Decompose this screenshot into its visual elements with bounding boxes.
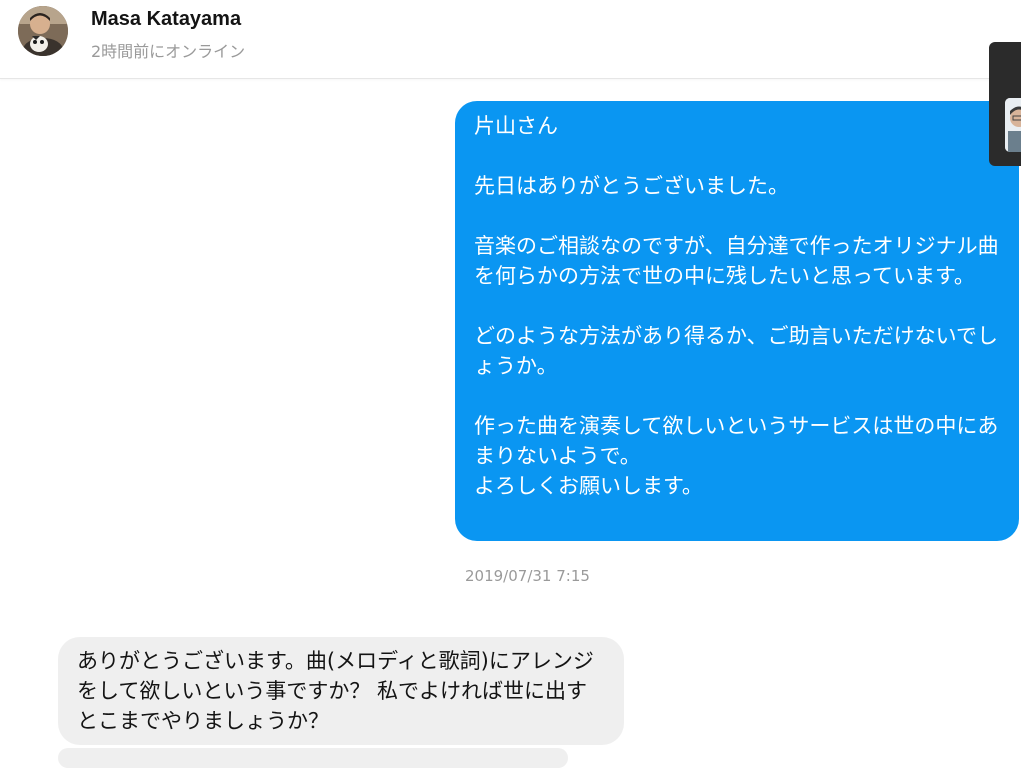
chat-user-name[interactable]: Masa Katayama bbox=[91, 8, 241, 31]
message-timestamp: 2019/07/31 7:15 bbox=[465, 567, 590, 585]
received-message-bubble: ありがとうございます。曲(メロディと歌詞)にアレンジをして欲しいという事ですか？… bbox=[58, 637, 624, 745]
chat-header: Masa Katayama 2時間前にオンライン bbox=[0, 0, 1021, 79]
online-status: 2時間前にオンライン bbox=[91, 42, 246, 61]
avatar[interactable] bbox=[18, 6, 68, 56]
sent-message-bubble: 片山さん 先日はありがとうございました。 音楽のご相談なのですが、自分達で作った… bbox=[455, 101, 1019, 541]
person-thumbnail-icon bbox=[1005, 98, 1021, 152]
avatar-photo-icon bbox=[18, 6, 68, 56]
next-message-bubble-edge bbox=[58, 748, 568, 768]
video-call-thumbnail[interactable] bbox=[1005, 98, 1021, 152]
